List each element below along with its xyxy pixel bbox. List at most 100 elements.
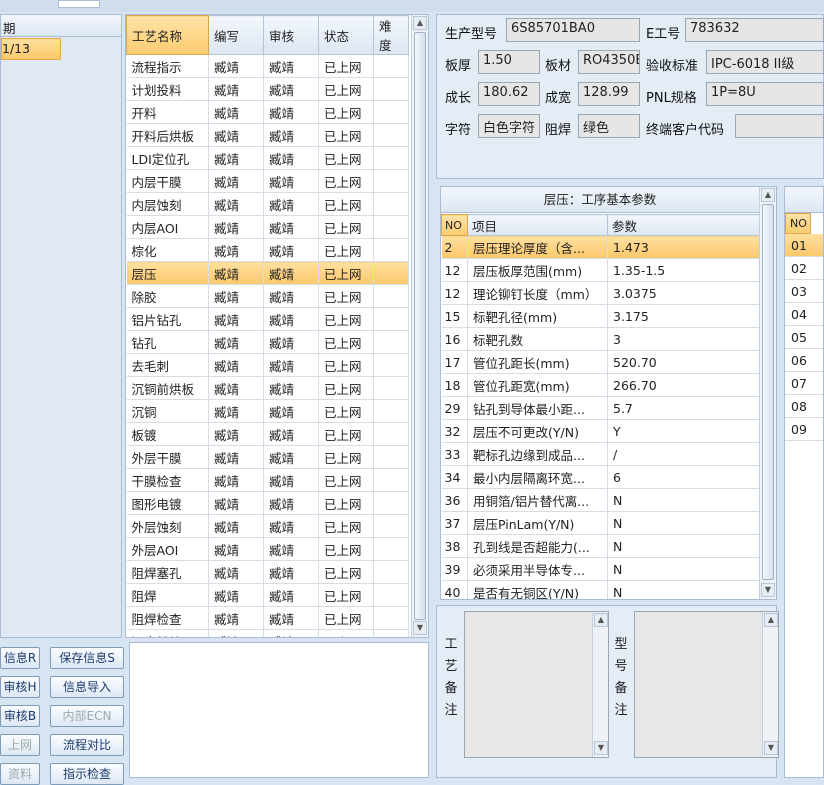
table-row[interactable]: 34 最小内层隔离环宽... 6 xyxy=(441,465,760,489)
scroll-thumb[interactable] xyxy=(762,204,774,580)
process-remarks-scrollbar[interactable]: ▲ ▼ xyxy=(592,612,608,757)
list-item[interactable]: 05 xyxy=(785,326,823,349)
model-remarks-input[interactable]: ▲ ▼ xyxy=(634,611,779,758)
table-row[interactable]: 16 标靶孔数 3 xyxy=(441,327,760,351)
table-row[interactable]: 37 层压PinLam(Y/N) N xyxy=(441,511,760,535)
table-row[interactable]: 阻焊 臧靖 臧靖 已上网 xyxy=(126,583,409,607)
top-tab[interactable] xyxy=(58,0,100,8)
table-row[interactable]: 38 孔到线是否超能力(... N xyxy=(441,534,760,558)
scroll-up-icon[interactable]: ▲ xyxy=(761,188,775,202)
table-row[interactable]: 图形电镀 臧靖 臧靖 已上网 xyxy=(126,491,409,515)
list-item[interactable]: 04 xyxy=(785,303,823,326)
table-row[interactable]: 内层干膜 臧靖 臧靖 已上网 xyxy=(126,169,409,193)
table-row[interactable]: 外层蚀刻 臧靖 臧靖 已上网 xyxy=(126,514,409,538)
ejob-field[interactable]: 783632 xyxy=(685,18,824,42)
internal-ecn-button[interactable]: 内部ECN xyxy=(50,705,124,727)
data-button[interactable]: 资料 xyxy=(0,763,40,785)
model-field[interactable]: 6S85701BA0 xyxy=(506,18,640,42)
info-import-button[interactable]: 信息导入 xyxy=(50,676,124,698)
column-header-status[interactable]: 状态 xyxy=(318,15,374,55)
table-row[interactable]: 12 理论铆钉长度（mm） 3.0375 xyxy=(441,281,760,305)
review-h-button[interactable]: 审核H xyxy=(0,676,40,698)
table-row[interactable]: 15 标靶孔径(mm) 3.175 xyxy=(441,304,760,328)
scroll-up-icon[interactable]: ▲ xyxy=(764,613,778,627)
customer-field[interactable] xyxy=(735,114,824,138)
table-row[interactable]: 阻焊检查 臧靖 臧靖 已上网 xyxy=(126,606,409,630)
table-row[interactable]: 板镀 臧靖 臧靖 已上网 xyxy=(126,422,409,446)
pnl-field[interactable]: 1P=8U xyxy=(706,82,824,106)
table-row[interactable]: 29 钻孔到导体最小距... 5.7 xyxy=(441,396,760,420)
scroll-thumb[interactable] xyxy=(414,32,426,620)
table-row[interactable]: 开料 臧靖 臧靖 已上网 xyxy=(126,100,409,124)
column-header-process-name[interactable]: 工艺名称 xyxy=(126,15,209,55)
table-row[interactable]: 阻焊塞孔 臧靖 臧靖 已上网 xyxy=(126,560,409,584)
table-row[interactable]: LDI定位孔 臧靖 臧靖 已上网 xyxy=(126,146,409,170)
instruction-check-button[interactable]: 指示检查 xyxy=(50,763,124,785)
table-row[interactable]: 沉铜前烘板 臧靖 臧靖 已上网 xyxy=(126,376,409,400)
table-row[interactable]: 32 层压不可更改(Y/N) Y xyxy=(441,419,760,443)
list-item[interactable]: 06 xyxy=(785,349,823,372)
table-row[interactable]: 18 管位孔距宽(mm) 266.70 xyxy=(441,373,760,397)
table-row[interactable]: 棕化 臧靖 臧靖 已上网 xyxy=(126,238,409,262)
length-field[interactable]: 180.62 xyxy=(478,82,540,106)
table-row[interactable]: 33 靶标孔边缘到成品... / xyxy=(441,442,760,466)
left-list-item[interactable]: 1/13 xyxy=(1,38,61,60)
table-row[interactable]: 外层AOI 臧靖 臧靖 已上网 xyxy=(126,537,409,561)
table-row[interactable]: 内层蚀刻 臧靖 臧靖 已上网 xyxy=(126,192,409,216)
table-row[interactable]: 去毛刺 臧靖 臧靖 已上网 xyxy=(126,353,409,377)
table-row[interactable]: 外层干膜 臧靖 臧靖 已上网 xyxy=(126,445,409,469)
save-info-button[interactable]: 保存信息S xyxy=(50,647,124,669)
thickness-field[interactable]: 1.50 xyxy=(478,50,540,74)
table-row[interactable]: 流程指示 臧靖 臧靖 已上网 xyxy=(126,54,409,78)
table-row[interactable]: 36 用铜箔/铝片替代离... N xyxy=(441,488,760,512)
mask-field[interactable]: 绿色 xyxy=(578,114,640,138)
params-scrollbar[interactable]: ▲ ▼ xyxy=(759,187,776,599)
list-item[interactable]: 03 xyxy=(785,280,823,303)
material-field[interactable]: RO4350B xyxy=(578,50,640,74)
table-row[interactable]: 12 层压板厚范围(mm) 1.35-1.5 xyxy=(441,258,760,282)
table-row[interactable]: 计划投料 臧靖 臧靖 已上网 xyxy=(126,77,409,101)
table-row[interactable]: 17 管位孔距长(mm) 520.70 xyxy=(441,350,760,374)
list-item[interactable]: 09 xyxy=(785,418,823,441)
column-header-value[interactable]: 参数 xyxy=(607,214,760,236)
online-button[interactable]: 上网 xyxy=(0,734,40,756)
column-header-writer[interactable]: 编写 xyxy=(208,15,264,55)
scroll-down-icon[interactable]: ▼ xyxy=(594,741,608,755)
process-notes-box[interactable] xyxy=(129,642,429,778)
standard-field[interactable]: IPC-6018 II级 xyxy=(706,50,824,74)
table-row[interactable]: 层压 臧靖 臧靖 已上网 xyxy=(126,261,409,285)
table-row[interactable]: 干膜检查 臧靖 臧靖 已上网 xyxy=(126,468,409,492)
column-header-item[interactable]: 项目 xyxy=(467,214,608,236)
table-row[interactable]: 开料后烘板 臧靖 臧靖 已上网 xyxy=(126,123,409,147)
table-row[interactable]: 沉铜 臧靖 臧靖 已上网 xyxy=(126,399,409,423)
model-remarks-scrollbar[interactable]: ▲ ▼ xyxy=(762,612,778,757)
process-compare-button[interactable]: 流程对比 xyxy=(50,734,124,756)
scroll-down-icon[interactable]: ▼ xyxy=(413,621,427,635)
table-row[interactable]: 内层AOI 臧靖 臧靖 已上网 xyxy=(126,215,409,239)
table-row[interactable]: 39 必须采用半导体专... N xyxy=(441,557,760,581)
char-field[interactable]: 白色字符 xyxy=(478,114,540,138)
column-header-reviewer[interactable]: 审核 xyxy=(263,15,319,55)
width-field[interactable]: 128.99 xyxy=(578,82,640,106)
table-row[interactable]: 2 层压理论厚度（含... 1.473 xyxy=(441,235,760,259)
column-header-difficulty[interactable]: 难度 xyxy=(373,15,409,55)
scroll-down-icon[interactable]: ▼ xyxy=(764,741,778,755)
table-row[interactable]: 钻孔 臧靖 臧靖 已上网 xyxy=(126,330,409,354)
table-row[interactable]: 除胶 臧靖 臧靖 已上网 xyxy=(126,284,409,308)
process-remarks-input[interactable]: ▲ ▼ xyxy=(464,611,609,758)
list-item[interactable]: 07 xyxy=(785,372,823,395)
table-row[interactable]: 40 是否有无铜区(Y/N) N xyxy=(441,580,760,599)
table-row[interactable]: 铝片钻孔 臧靖 臧靖 已上网 xyxy=(126,307,409,331)
info-r-button[interactable]: 信息R xyxy=(0,647,40,669)
table-row[interactable]: 沉金前处理臧靖臧靖已上网 xyxy=(126,629,409,637)
list-item[interactable]: 01 xyxy=(785,234,823,257)
scroll-down-icon[interactable]: ▼ xyxy=(761,583,775,597)
column-header-no[interactable]: NO xyxy=(441,214,468,236)
right-list-header[interactable]: NO xyxy=(785,213,811,234)
list-item[interactable]: 02 xyxy=(785,257,823,280)
review-b-button[interactable]: 审核B xyxy=(0,705,40,727)
scroll-up-icon[interactable]: ▲ xyxy=(594,613,608,627)
list-item[interactable]: 08 xyxy=(785,395,823,418)
process-table-scrollbar[interactable]: ▲ ▼ xyxy=(411,15,428,637)
scroll-up-icon[interactable]: ▲ xyxy=(413,16,427,30)
